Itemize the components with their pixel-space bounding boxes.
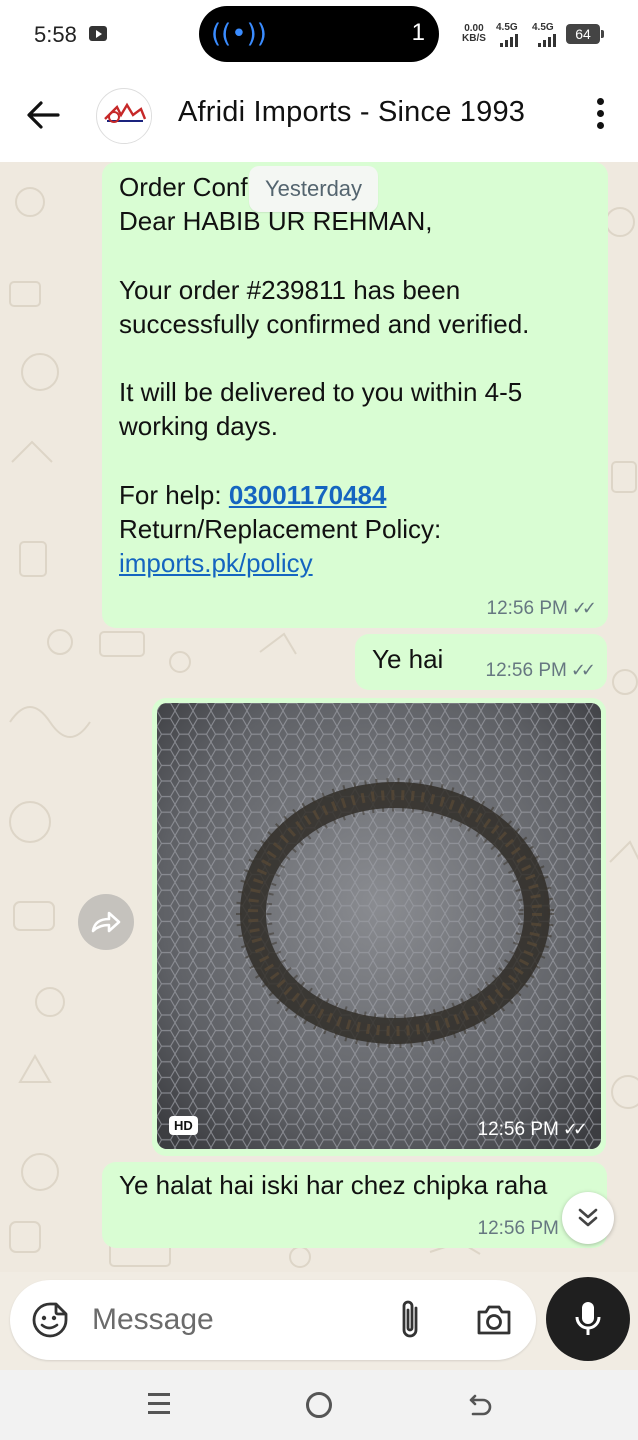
sim2-signal-icon — [538, 34, 556, 47]
message-composer — [10, 1280, 536, 1360]
more-options-icon[interactable] — [588, 96, 612, 136]
home-icon[interactable] — [306, 1392, 332, 1418]
system-nav-bar — [0, 1370, 638, 1440]
live-activity-count: 1 — [411, 19, 425, 46]
double-tick-icon: ✓✓ — [562, 1119, 588, 1140]
message-text: Order Confirmed Dear HABIB UR REHMAN, Yo… — [119, 170, 603, 580]
chat-messages[interactable]: Order Confirmed Dear HABIB UR REHMAN, Yo… — [0, 162, 638, 1272]
system-back-icon[interactable] — [465, 1390, 495, 1420]
battery-indicator: 64 — [566, 24, 604, 44]
message-text: Ye halat hai iski har chez chipka raha — [119, 1170, 548, 1200]
message-bubble-photo[interactable]: HD 12:56 PM ✓✓ — [152, 698, 606, 1156]
chat-header: Afridi Imports - Since 1993 — [0, 72, 638, 162]
sticker-icon[interactable] — [30, 1300, 70, 1340]
message-timestamp: 12:56 PM✓✓ — [477, 1119, 589, 1140]
double-tick-icon: ✓✓ — [570, 660, 596, 681]
recent-apps-icon[interactable] — [146, 1393, 172, 1419]
back-arrow-icon[interactable] — [22, 94, 64, 136]
message-bubble-ye-hai[interactable]: Ye hai 12:56 PM ✓✓ — [355, 634, 607, 690]
message-body-confirmation: Your order #239811 has been successfully… — [119, 274, 530, 339]
live-activity-pill[interactable]: ((•)) 1 — [199, 6, 439, 62]
camera-icon[interactable] — [474, 1300, 514, 1340]
sim2-network-type: 4.5G — [532, 22, 554, 33]
contact-avatar[interactable] — [96, 88, 152, 144]
message-timestamp: 12:56 PM✓✓ — [486, 598, 598, 619]
date-chip: Yesterday — [249, 166, 379, 212]
double-tick-icon: ✓✓ — [571, 598, 597, 619]
broadcast-icon: ((•)) — [211, 19, 267, 49]
paperclip-icon[interactable] — [396, 1298, 424, 1342]
status-time: 5:58 — [34, 22, 77, 47]
chat-title[interactable]: Afridi Imports - Since 1993 — [178, 96, 525, 129]
network-speed: 0.00 KB/S — [462, 23, 486, 44]
help-phone-link[interactable]: 03001170484 — [229, 480, 387, 510]
message-body-delivery: It will be delivered to you within 4-5 w… — [119, 377, 530, 442]
message-timestamp: 12:56 PM✓✓ — [485, 660, 597, 681]
sim1-network-type: 4.5G — [496, 22, 518, 33]
status-bar: 5:58 ((•)) 1 0.00 KB/S 4.5G 4.5G 64 — [0, 0, 638, 72]
policy-label: Return/Replacement Policy: — [119, 514, 442, 545]
message-input[interactable] — [92, 1296, 372, 1344]
message-photo[interactable]: HD 12:56 PM ✓✓ — [157, 703, 601, 1149]
microphone-icon[interactable] — [546, 1277, 630, 1361]
hd-badge: HD — [169, 1116, 198, 1135]
media-play-icon — [89, 26, 107, 41]
double-chevron-down-icon[interactable] — [562, 1192, 614, 1244]
message-text: Ye hai — [372, 644, 444, 674]
sim1-signal-icon — [500, 34, 518, 47]
help-label: For help: — [119, 479, 229, 510]
forward-icon[interactable] — [78, 894, 134, 950]
message-bubble-order-confirmation[interactable]: Order Confirmed Dear HABIB UR REHMAN, Yo… — [102, 162, 608, 628]
policy-link[interactable]: imports.pk/policy — [119, 548, 313, 578]
message-bubble-complaint[interactable]: Ye halat hai iski har chez chipka raha 1… — [102, 1162, 607, 1248]
